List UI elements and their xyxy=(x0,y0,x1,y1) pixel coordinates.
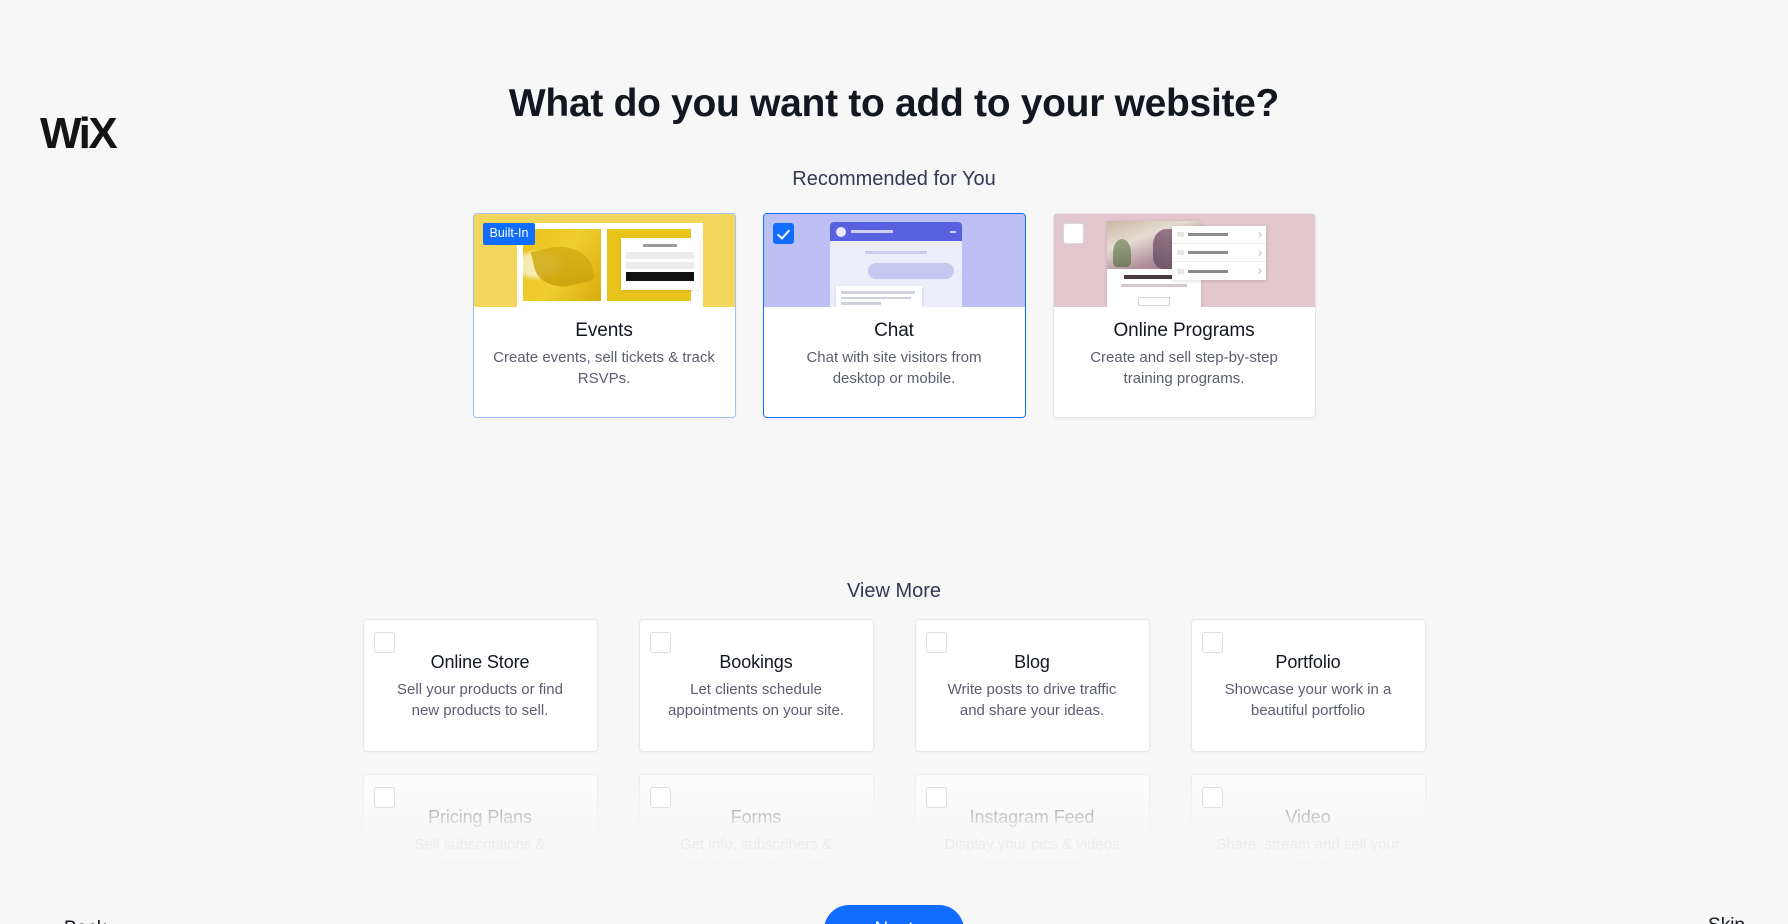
more-apps-row-1: Online Store Sell your products or find … xyxy=(0,619,1788,752)
events-form-area xyxy=(606,229,699,301)
recommended-card-events[interactable]: Built-In Events Create events, sell tick… xyxy=(472,213,736,418)
bookings-title: Bookings xyxy=(719,652,793,672)
online-store-title: Online Store xyxy=(430,652,530,672)
chat-card-body: Chat Chat with site visitors from deskto… xyxy=(763,307,1025,417)
recommended-cards-row: Built-In Events Create events, sell tick… xyxy=(0,213,1788,418)
portfolio-title: Portfolio xyxy=(1275,652,1341,672)
events-artwork xyxy=(516,223,703,307)
events-thumbnail: Built-In xyxy=(473,214,735,307)
chat-bubble xyxy=(867,263,954,279)
next-button[interactable]: Next xyxy=(824,905,964,924)
chat-close-icon xyxy=(949,230,956,233)
portfolio-checkbox[interactable] xyxy=(1201,632,1223,653)
online-store-checkbox[interactable] xyxy=(373,632,395,653)
online-store-description: Sell your products or find new products … xyxy=(397,681,563,720)
online-programs-title: Online Programs xyxy=(1113,320,1255,341)
blog-description: Write posts to drive traffic and share y… xyxy=(947,681,1117,720)
app-card-blog[interactable]: Blog Write posts to drive traffic and sh… xyxy=(914,619,1150,752)
bookings-description: Let clients schedule appointments on you… xyxy=(668,681,844,720)
app-card-video[interactable]: Video Share, stream and sell your videos xyxy=(1190,774,1426,874)
more-apps-row-2: Pricing Plans Sell subscriptions & membe… xyxy=(0,774,1788,874)
online-programs-steps-list xyxy=(1171,226,1266,280)
app-card-bookings[interactable]: Bookings Let clients schedule appointmen… xyxy=(638,619,874,752)
recommended-card-chat[interactable]: Chat Chat with site visitors from deskto… xyxy=(762,213,1026,418)
app-card-pricing-plans[interactable]: Pricing Plans Sell subscriptions & membe… xyxy=(362,774,598,874)
skip-button[interactable]: Skip xyxy=(1708,915,1745,924)
chat-window-header xyxy=(829,222,962,241)
online-programs-description: Create and sell step-by-step training pr… xyxy=(1090,349,1278,387)
chat-checkbox[interactable] xyxy=(772,223,794,244)
instagram-feed-description: Display your pics & videos from Instagra… xyxy=(944,836,1120,874)
chat-artwork xyxy=(829,222,962,307)
footer-bar: ← Back Next Skip xyxy=(0,874,1788,924)
online-programs-checkbox[interactable] xyxy=(1062,223,1084,244)
video-description: Share, stream and sell your videos xyxy=(1216,836,1400,874)
wix-logo[interactable]: WiX xyxy=(40,112,118,156)
pricing-plans-description: Sell subscriptions & memberships xyxy=(414,836,546,874)
arrow-left-icon: ← xyxy=(44,920,63,924)
video-title: Video xyxy=(1285,807,1331,827)
app-card-forms[interactable]: Forms Get info, subscribers & payments w… xyxy=(638,774,874,874)
events-title: Events xyxy=(575,320,633,341)
events-description: Create events, sell tickets & track RSVP… xyxy=(493,349,715,387)
view-more-section: View More Online Store Sell your product… xyxy=(0,552,1788,874)
video-checkbox[interactable] xyxy=(1201,787,1223,808)
app-card-online-store[interactable]: Online Store Sell your products or find … xyxy=(362,619,598,752)
chat-message-tooltip xyxy=(835,286,922,307)
page-title: What do you want to add to your website? xyxy=(508,82,1280,125)
chat-title: Chat xyxy=(874,320,914,341)
back-button-label: Back xyxy=(64,918,106,924)
instagram-feed-checkbox[interactable] xyxy=(925,787,947,808)
back-button[interactable]: ← Back xyxy=(44,918,106,924)
chat-description: Chat with site visitors from desktop or … xyxy=(806,349,982,387)
blog-checkbox[interactable] xyxy=(925,632,947,653)
instagram-feed-title: Instagram Feed xyxy=(969,807,1095,827)
chat-avatar xyxy=(835,226,846,237)
built-in-badge: Built-In xyxy=(482,223,536,245)
online-programs-card-body: Online Programs Create and sell step-by-… xyxy=(1053,307,1315,417)
app-card-portfolio[interactable]: Portfolio Showcase your work in a beauti… xyxy=(1190,619,1426,752)
recommended-card-online-programs[interactable]: Online Programs Create and sell step-by-… xyxy=(1052,213,1316,418)
events-card-body: Events Create events, sell tickets & tra… xyxy=(473,307,735,417)
events-rsvp-form-mock xyxy=(620,238,699,290)
portfolio-description: Showcase your work in a beautiful portfo… xyxy=(1224,681,1392,720)
pricing-plans-checkbox[interactable] xyxy=(373,787,395,808)
bookings-checkbox[interactable] xyxy=(649,632,671,653)
online-programs-thumbnail xyxy=(1053,214,1315,307)
forms-checkbox[interactable] xyxy=(649,787,671,808)
chat-thumbnail xyxy=(763,214,1025,307)
blog-title: Blog xyxy=(1014,652,1050,672)
recommended-section-label: Recommended for You xyxy=(792,168,996,190)
forms-description: Get info, subscribers & payments with Fo… xyxy=(680,836,832,874)
pricing-plans-title: Pricing Plans xyxy=(428,807,532,827)
app-card-instagram-feed[interactable]: Instagram Feed Display your pics & video… xyxy=(914,774,1150,874)
view-more-label: View More xyxy=(846,580,942,602)
forms-title: Forms xyxy=(730,807,782,827)
